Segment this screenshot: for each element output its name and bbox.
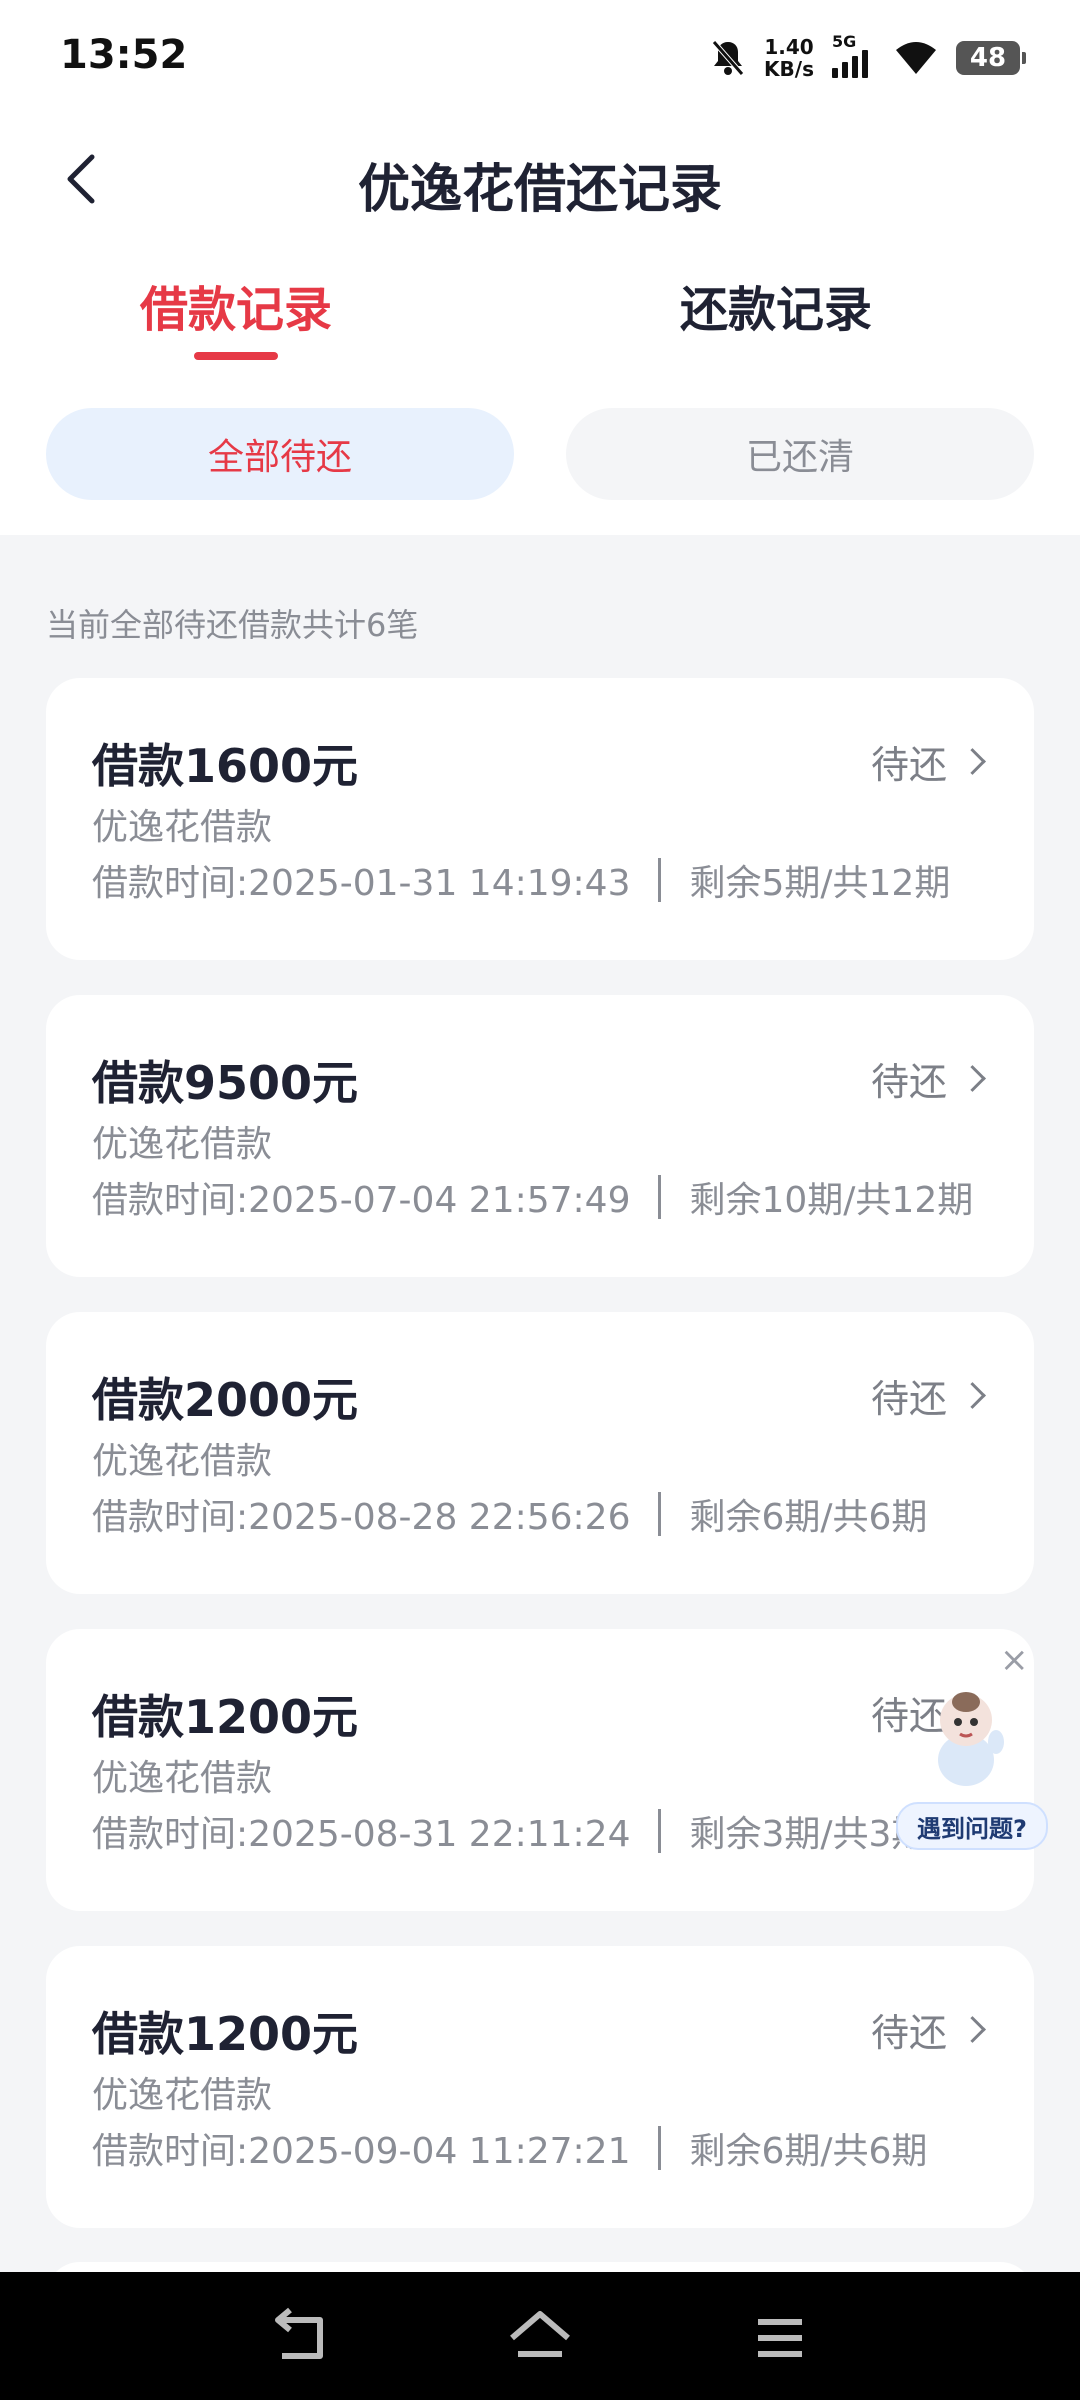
divider [658, 1175, 662, 1219]
loan-amount: 借款1200元 [92, 1690, 359, 1744]
tab-repayment-records[interactable]: 还款记录 [680, 270, 872, 340]
home-nav-icon[interactable] [500, 2298, 580, 2378]
loan-product: 优逸花借款 [92, 2075, 273, 2116]
divider [658, 1809, 662, 1853]
app-header: 优逸花借还记录 [0, 125, 1080, 235]
net-speed-unit: KB/s [764, 57, 814, 81]
loan-meta: 借款时间:2025-08-28 22:56:26 剩余6期/共6期 [92, 1488, 927, 1540]
loan-product: 优逸花借款 [92, 807, 273, 848]
mascot-icon [938, 1692, 1004, 1786]
loan-card[interactable]: 借款2000元 待还 优逸花借款 借款时间:2025-08-28 22:56:2… [46, 1312, 1034, 1594]
loan-time: 借款时间:2025-08-31 22:11:24 [92, 1814, 631, 1855]
loan-status-label: 待还 [870, 743, 947, 787]
loan-periods: 剩余6期/共6期 [689, 1497, 928, 1538]
filter-all-pending[interactable]: 全部待还 [46, 408, 514, 500]
loan-status: 待还 [870, 734, 986, 789]
loan-time: 借款时间:2025-08-28 22:56:26 [92, 1497, 631, 1538]
menu-nav-icon[interactable] [740, 2298, 820, 2378]
help-label[interactable]: 遇到问题? [896, 1802, 1048, 1850]
loan-meta: 借款时间:2025-01-31 14:19:43 剩余5期/共12期 [92, 854, 950, 906]
loan-status-label: 待还 [870, 1060, 947, 1104]
system-nav-bar [0, 2272, 1080, 2400]
loan-meta: 借款时间:2025-07-04 21:57:49 剩余10期/共12期 [92, 1171, 973, 1223]
loan-meta: 借款时间:2025-08-31 22:11:24 剩余3期/共3期 [92, 1805, 927, 1857]
divider [658, 858, 662, 902]
loan-amount: 借款1200元 [92, 2007, 359, 2061]
loan-status: 待还 [870, 2002, 986, 2057]
loan-amount: 借款1600元 [92, 739, 359, 793]
loan-status-label: 待还 [870, 2011, 947, 2055]
tab-loan-records[interactable]: 借款记录 [140, 270, 332, 340]
battery-icon: 48 [956, 41, 1026, 75]
loan-product: 优逸花借款 [92, 1758, 273, 1799]
wifi-icon [896, 42, 936, 74]
pending-summary: 当前全部待还借款共计6笔 [46, 606, 419, 644]
chevron-right-icon [959, 748, 986, 775]
loan-periods: 剩余5期/共12期 [689, 863, 951, 904]
tab-bar: 借款记录 还款记录 [0, 270, 1080, 370]
loan-status: 待还 [870, 1051, 986, 1106]
chevron-right-icon [959, 2016, 986, 2043]
filter-paid-off[interactable]: 已还清 [566, 408, 1034, 500]
loan-status-label: 待还 [870, 1377, 947, 1421]
loan-product: 优逸花借款 [92, 1124, 273, 1165]
floating-help-widget[interactable]: × 遇到问题? [890, 1640, 1050, 1860]
close-icon[interactable]: × [1000, 1640, 1029, 1680]
bell-muted-icon [712, 40, 744, 76]
loan-card[interactable]: 借款9500元 待还 优逸花借款 借款时间:2025-07-04 21:57:4… [46, 995, 1034, 1277]
loan-periods: 剩余10期/共12期 [689, 1180, 974, 1221]
chevron-right-icon [959, 1382, 986, 1409]
loan-product: 优逸花借款 [92, 1441, 273, 1482]
loan-time: 借款时间:2025-01-31 14:19:43 [92, 863, 631, 904]
tab-active-indicator [194, 352, 278, 360]
page-title: 优逸花借还记录 [357, 160, 722, 220]
back-nav-icon[interactable] [260, 2298, 340, 2378]
network-type: 5G [832, 32, 857, 51]
status-icons: 1.40 KB/s 5G 48 [710, 28, 1026, 88]
loan-card[interactable]: 借款1200元 待还 优逸花借款 借款时间:2025-09-04 11:27:2… [46, 1946, 1034, 2228]
net-speed: 1.40 KB/s [764, 36, 814, 80]
loan-time: 借款时间:2025-09-04 11:27:21 [92, 2131, 631, 2172]
loan-amount: 借款9500元 [92, 1056, 359, 1110]
loan-meta: 借款时间:2025-09-04 11:27:21 剩余6期/共6期 [92, 2122, 927, 2174]
status-time: 13:52 [60, 32, 188, 78]
battery-level: 48 [969, 43, 1007, 73]
status-bar: 13:52 1.40 KB/s 5G 48 [0, 0, 1080, 110]
loan-amount: 借款2000元 [92, 1373, 359, 1427]
net-speed-value: 1.40 [764, 35, 814, 59]
loan-time: 借款时间:2025-07-04 21:57:49 [92, 1180, 631, 1221]
loan-card[interactable]: 借款1600元 待还 优逸花借款 借款时间:2025-01-31 14:19:4… [46, 678, 1034, 960]
divider [658, 1492, 662, 1536]
divider [658, 2126, 662, 2170]
loan-card[interactable]: 借款1200元 待还 优逸花借款 借款时间:2025-08-31 22:11:2… [46, 1629, 1034, 1911]
loan-status: 待还 [870, 1368, 986, 1423]
chevron-right-icon [959, 1065, 986, 1092]
loan-periods: 剩余6期/共6期 [689, 2131, 928, 2172]
signal-5g-icon: 5G [832, 32, 876, 78]
